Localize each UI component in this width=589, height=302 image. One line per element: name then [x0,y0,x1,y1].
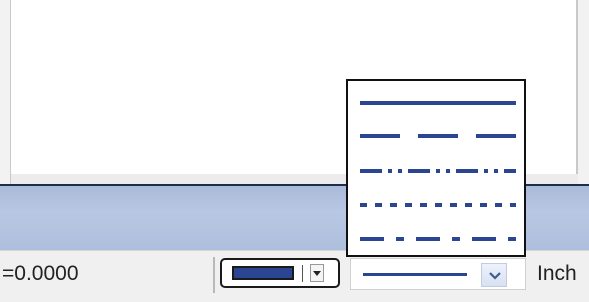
selected-linetype-preview [363,273,467,276]
linetype-option-dashed[interactable] [352,123,520,151]
status-separator [213,257,215,293]
linetype-option-dash-dot-dot[interactable] [352,157,520,185]
linetype-dropdown-list [346,79,526,257]
linetype-select[interactable] [350,258,526,290]
chevron-down-icon[interactable] [310,264,324,282]
line-color-picker[interactable] [220,258,340,288]
color-swatch [232,266,294,280]
linetype-option-dotted[interactable] [352,191,520,219]
linetype-option-solid[interactable] [352,89,520,117]
color-picker-divider [302,265,303,282]
cad-app-window: =0.0000 Inch [0,0,589,302]
coordinate-readout: =0.0000 [2,262,79,285]
units-label: Inch [537,262,577,285]
chevron-down-icon[interactable] [481,263,507,287]
linetype-option-dash-dot[interactable] [352,225,520,253]
